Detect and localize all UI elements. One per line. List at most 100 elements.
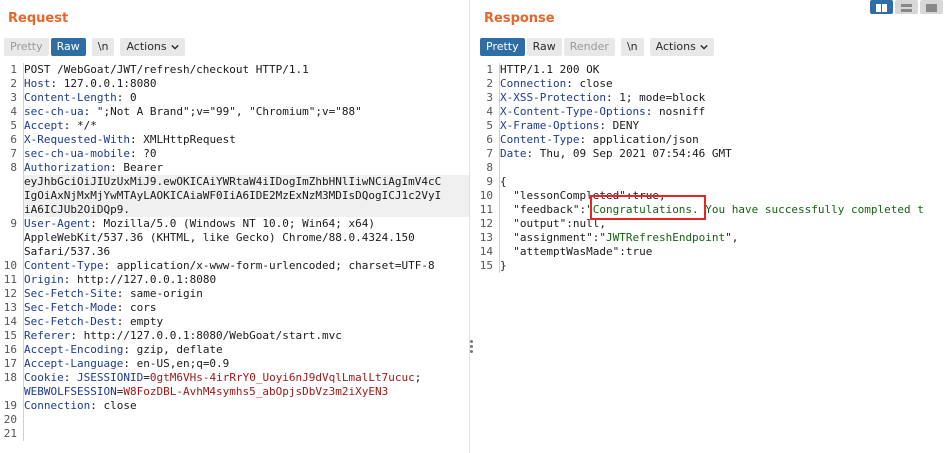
code-line: Origin: http://127.0.0.1:8080 bbox=[24, 273, 469, 287]
line-number: 2 bbox=[10, 77, 17, 90]
line-number: 15 bbox=[479, 259, 493, 272]
code-line: WEBWOLFSESSION=W8FozDBL-AvhM4symhs5_abOp… bbox=[24, 385, 469, 399]
code-text: } bbox=[500, 259, 507, 272]
code-line: "lessonCompleted":true, bbox=[500, 189, 946, 203]
header-value: : http://127.0.0.1:8080 bbox=[63, 273, 217, 286]
cookie-token: JSESSIONID bbox=[77, 371, 144, 384]
response-raw-tab[interactable]: Raw bbox=[526, 38, 562, 56]
request-raw-tab[interactable]: Raw bbox=[50, 38, 86, 56]
code-line: Content-Type: application/x-www-form-url… bbox=[24, 259, 469, 273]
header-value: : same-origin bbox=[116, 287, 203, 300]
header-value: : application/json bbox=[579, 133, 699, 146]
header-value: : 127.0.0.1:8080 bbox=[50, 77, 157, 90]
header-name: X-XSS-Protection bbox=[500, 91, 606, 104]
request-title: Request bbox=[8, 11, 69, 26]
code-line: sec-ch-ua-mobile: ?0 bbox=[24, 147, 469, 161]
header-name: Accept bbox=[24, 119, 64, 132]
line-number: 17 bbox=[3, 357, 17, 370]
header-name: Content-Type bbox=[24, 259, 104, 272]
code-line: } bbox=[500, 259, 946, 273]
cookie-token: 0gtM6VHs-4irRrY0_Uoyi6nJ9dVqlLmalLt7ucuc bbox=[149, 371, 415, 384]
line-number: 3 bbox=[486, 91, 493, 104]
code-text: POST /WebGoat/JWT/refresh/checkout HTTP/… bbox=[24, 63, 309, 76]
code-line: User-Agent: Mozilla/5.0 (Windows NT 10.0… bbox=[24, 217, 469, 231]
split-horizontal-icon[interactable] bbox=[870, 0, 893, 14]
header-name: Connection bbox=[24, 399, 91, 412]
line-number: 6 bbox=[486, 133, 493, 146]
response-newline-toggle[interactable]: \n bbox=[620, 38, 644, 56]
request-line-numbers: 1 2 3 4 5 6 7 8 9 10 11 12 13 14 15 16 17 18 19 20 21 bbox=[0, 63, 19, 441]
code-line: Content-Type: application/json bbox=[500, 133, 946, 147]
header-value: : ?0 bbox=[129, 147, 157, 160]
line-number bbox=[0, 203, 19, 217]
code-line: iA6ICJUb2OiDQp9. bbox=[24, 203, 469, 217]
line-number: 14 bbox=[3, 315, 17, 328]
response-pane: Response Pretty Raw Render \n Actions 12… bbox=[476, 0, 946, 453]
header-value: : cors bbox=[116, 301, 157, 314]
line-number: 4 bbox=[10, 105, 17, 118]
line-number bbox=[0, 189, 19, 203]
header-name: Referer bbox=[24, 329, 71, 342]
chevron-down-icon bbox=[170, 44, 179, 50]
layout-toggles bbox=[870, 0, 943, 14]
code-line: X-XSS-Protection: 1; mode=block bbox=[500, 91, 946, 105]
json-token: "feedback":" bbox=[500, 203, 593, 216]
header-value: : en-US,en;q=0.9 bbox=[123, 357, 230, 370]
line-number: 20 bbox=[3, 413, 17, 426]
line-number bbox=[0, 245, 19, 259]
line-number: 12 bbox=[3, 287, 17, 300]
request-pretty-tab[interactable]: Pretty bbox=[4, 38, 49, 56]
line-number: 5 bbox=[486, 119, 493, 132]
line-number: 10 bbox=[479, 189, 493, 202]
line-number: 8 bbox=[10, 161, 17, 174]
line-number: 15 bbox=[3, 329, 17, 342]
line-number: 5 bbox=[10, 119, 17, 132]
response-render-tab[interactable]: Render bbox=[563, 38, 615, 56]
header-name: sec-ch-ua bbox=[24, 105, 84, 118]
cookie-token: W8FozDBL-AvhM4symhs5_abOpjsDbVz3m2iXyEN3 bbox=[123, 385, 389, 398]
header-value: : close bbox=[90, 399, 137, 412]
code-line: Host: 127.0.0.1:8080 bbox=[24, 77, 469, 91]
code-text: IgOiAxNjMxMjYwMTAyLAOKICAiaWF0IiA6IDE2Mz… bbox=[24, 189, 442, 202]
line-number: 3 bbox=[10, 91, 17, 104]
code-line: { bbox=[500, 175, 946, 189]
pane-splitter-handle[interactable] bbox=[470, 340, 474, 354]
response-pretty-tab[interactable]: Pretty bbox=[480, 38, 525, 56]
json-token: "assignment":" bbox=[500, 231, 606, 244]
line-number: 18 bbox=[3, 371, 17, 384]
chevron-down-icon bbox=[700, 44, 708, 50]
code-line: Accept-Language: en-US,en;q=0.9 bbox=[24, 357, 469, 371]
code-line: POST /WebGoat/JWT/refresh/checkout HTTP/… bbox=[24, 63, 469, 77]
json-token: ", bbox=[725, 231, 739, 244]
header-value: : Bearer bbox=[110, 161, 164, 174]
request-body: POST /WebGoat/JWT/refresh/checkout HTTP/… bbox=[23, 63, 469, 441]
cookie-token: Cookie bbox=[24, 371, 64, 384]
request-pane: Request Pretty Raw \n Actions 1234567891… bbox=[0, 0, 470, 453]
line-number: 13 bbox=[3, 301, 17, 314]
code-line: Accept: */* bbox=[24, 119, 469, 133]
code-text: { bbox=[500, 175, 507, 188]
header-value: : Thu, 09 Sep 2021 07:54:46 GMT bbox=[526, 147, 732, 160]
code-line: Sec-Fetch-Site: same-origin bbox=[24, 287, 469, 301]
line-number: 9 bbox=[10, 217, 17, 230]
line-number: 2 bbox=[486, 77, 493, 90]
request-newline-toggle[interactable]: \n bbox=[91, 38, 115, 56]
line-number: 16 bbox=[3, 343, 17, 356]
response-actions-dropdown[interactable]: Actions bbox=[649, 38, 714, 56]
header-value: : XMLHttpRequest bbox=[129, 133, 236, 146]
request-actions-label: Actions bbox=[126, 40, 167, 53]
request-editor[interactable]: 1 2 3 4 5 6 7 8 9 10 11 12 13 14 15 16 17 18 19 20 21 POST /… bbox=[0, 63, 469, 453]
code-line: X-Frame-Options: DENY bbox=[500, 119, 946, 133]
response-body: HTTP/1.1 200 OK Connection: close X-XSS-Pr… bbox=[499, 63, 946, 273]
split-vertical-icon[interactable] bbox=[895, 0, 918, 14]
header-name: Sec-Fetch-Mode bbox=[24, 301, 117, 314]
single-pane-icon[interactable] bbox=[920, 0, 943, 14]
code-line: eyJhbGciOiJIUzUxMiJ9.ewOKICAiYWRtaW4iIDo… bbox=[24, 175, 469, 189]
line-number: 1 bbox=[486, 63, 493, 76]
response-editor[interactable]: 1 2 3 4 5 6 7 8 9 10 11 12 13 14 15 HTTP/1.1 200 OK Con… bbox=[476, 63, 946, 453]
header-value: : */* bbox=[63, 119, 97, 132]
request-actions-dropdown[interactable]: Actions bbox=[120, 38, 185, 56]
code-line: Authorization: Bearer bbox=[24, 161, 469, 175]
